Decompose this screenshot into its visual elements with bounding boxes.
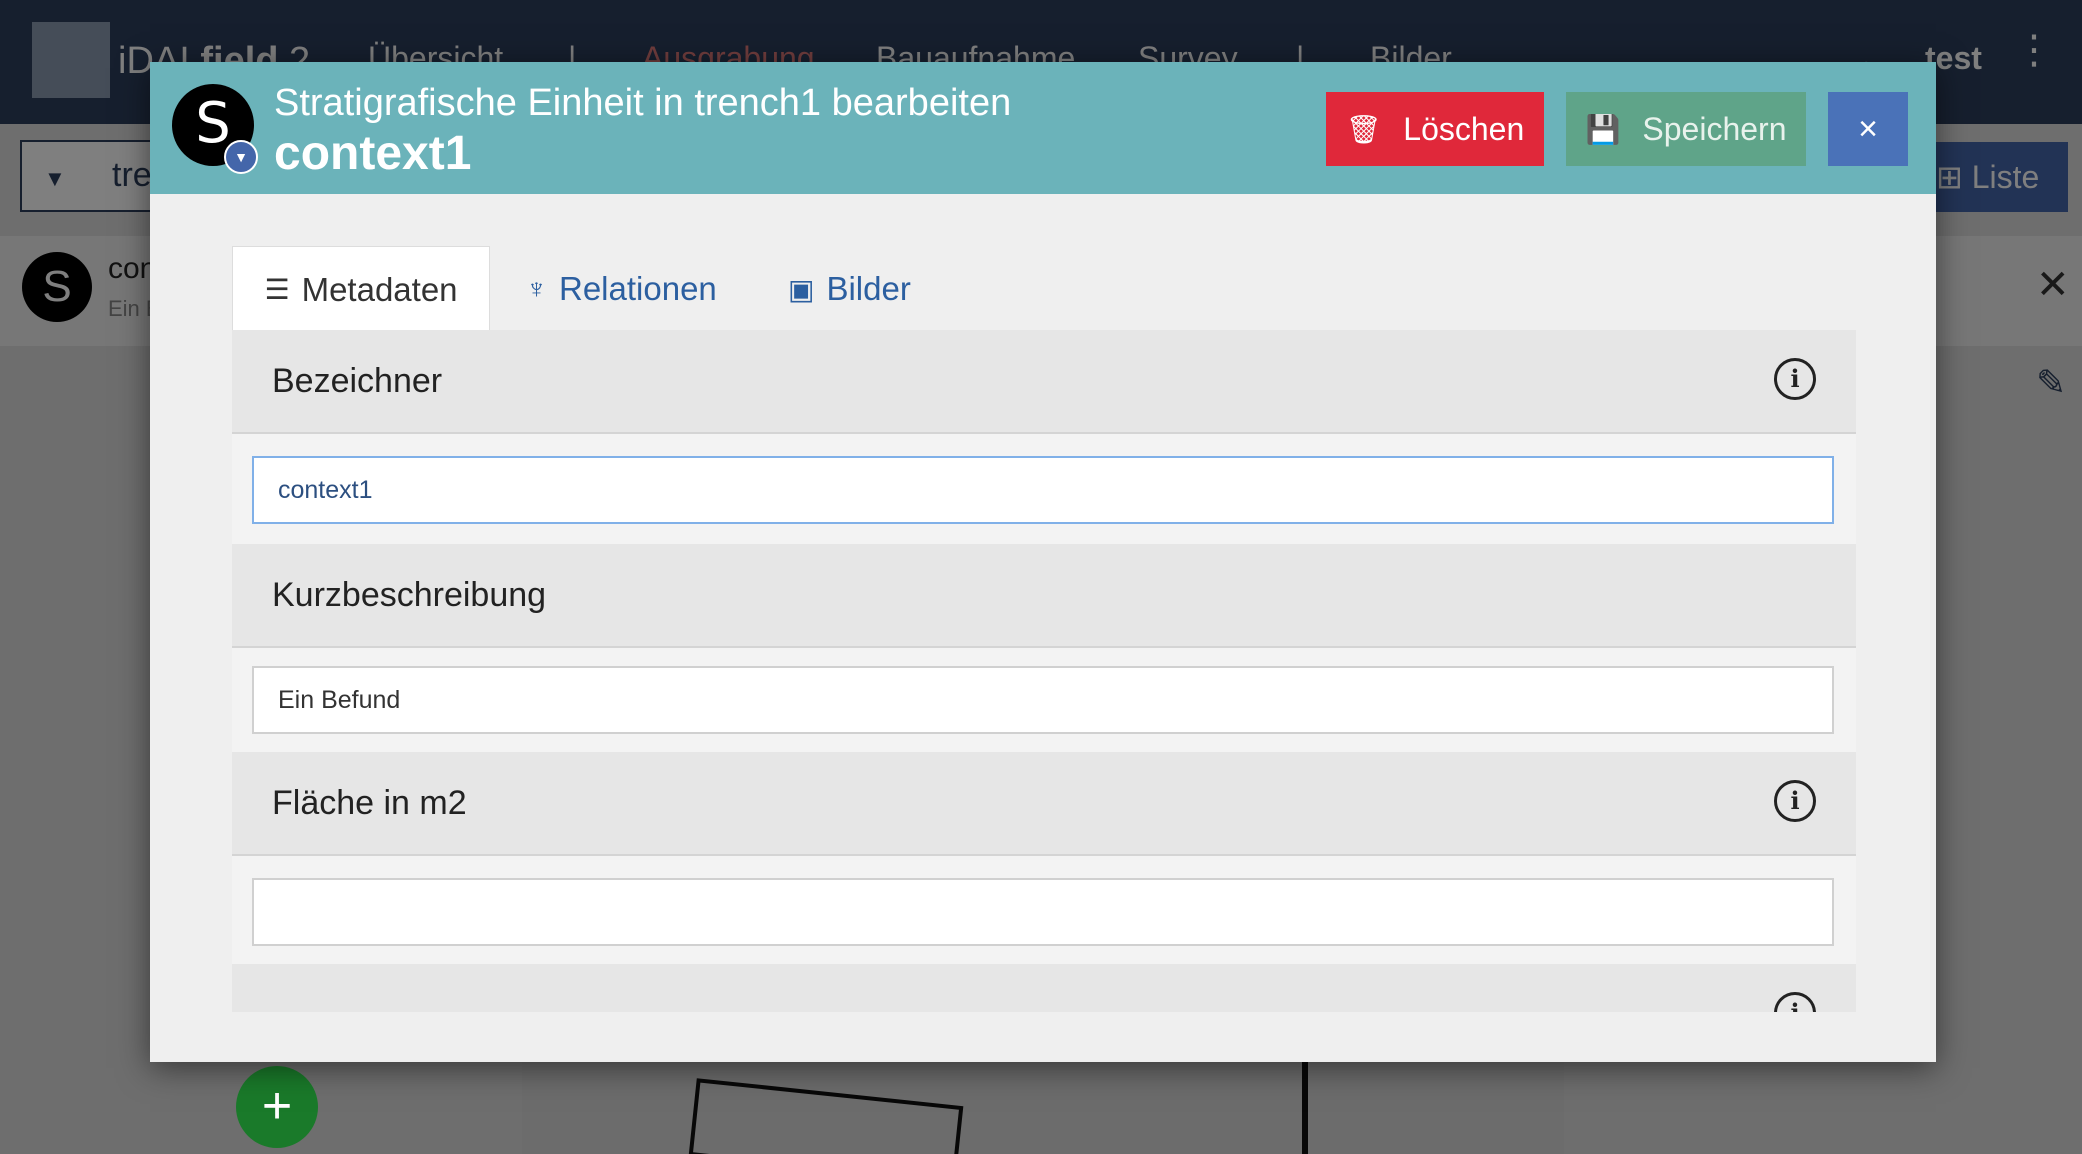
info-icon[interactable]: i [1774, 992, 1816, 1012]
tab-metadata-label: Metadaten [301, 270, 458, 308]
tab-metadata[interactable]: ☰ Metadaten [232, 246, 490, 332]
dialog-title: context1 [274, 127, 472, 180]
field-label-identifier: Bezeichner i [232, 330, 1856, 434]
list-icon: ☰ [264, 274, 290, 305]
close-icon: × [1858, 109, 1878, 148]
metadata-form[interactable]: Bezeichner i context1 Kurzbeschreibung E… [232, 330, 1856, 1012]
short-description-field[interactable]: Ein Befund [252, 666, 1834, 734]
floppy-disk-icon: 💾 [1585, 113, 1621, 145]
image-icon: ▣ [788, 273, 815, 305]
area-field[interactable] [252, 878, 1834, 946]
dialog-subtitle: Stratigrafische Einheit in trench1 bearb… [274, 82, 1012, 124]
dialog-header: S ▼ Stratigrafische Einheit in trench1 b… [150, 62, 1936, 194]
tab-images-label: Bilder [826, 270, 911, 307]
save-button[interactable]: 💾 Speichern [1566, 92, 1806, 166]
field-label-short-description: Kurzbeschreibung [232, 544, 1856, 648]
info-icon[interactable]: i [1774, 358, 1816, 400]
hierarchy-icon: ♆ [526, 273, 547, 304]
chevron-down-icon[interactable]: ▼ [224, 140, 258, 174]
add-button[interactable]: + [236, 1066, 318, 1148]
delete-button[interactable]: 🗑 Löschen [1326, 92, 1544, 166]
tab-images[interactable]: ▣ Bilder [788, 246, 911, 332]
info-icon[interactable]: i [1774, 780, 1816, 822]
field-label-next: i [232, 964, 1856, 1012]
save-button-label: Speichern [1642, 110, 1787, 147]
edit-dialog: S ▼ Stratigrafische Einheit in trench1 b… [150, 62, 1936, 1062]
tab-relations[interactable]: ♆ Relationen [526, 246, 717, 332]
delete-button-label: Löschen [1403, 110, 1525, 147]
close-button[interactable]: × [1828, 92, 1908, 166]
tab-relations-label: Relationen [559, 270, 717, 307]
identifier-field[interactable]: context1 [252, 456, 1834, 524]
trash-icon: 🗑 [1345, 113, 1382, 145]
field-label-area: Fläche in m2 i [232, 752, 1856, 856]
